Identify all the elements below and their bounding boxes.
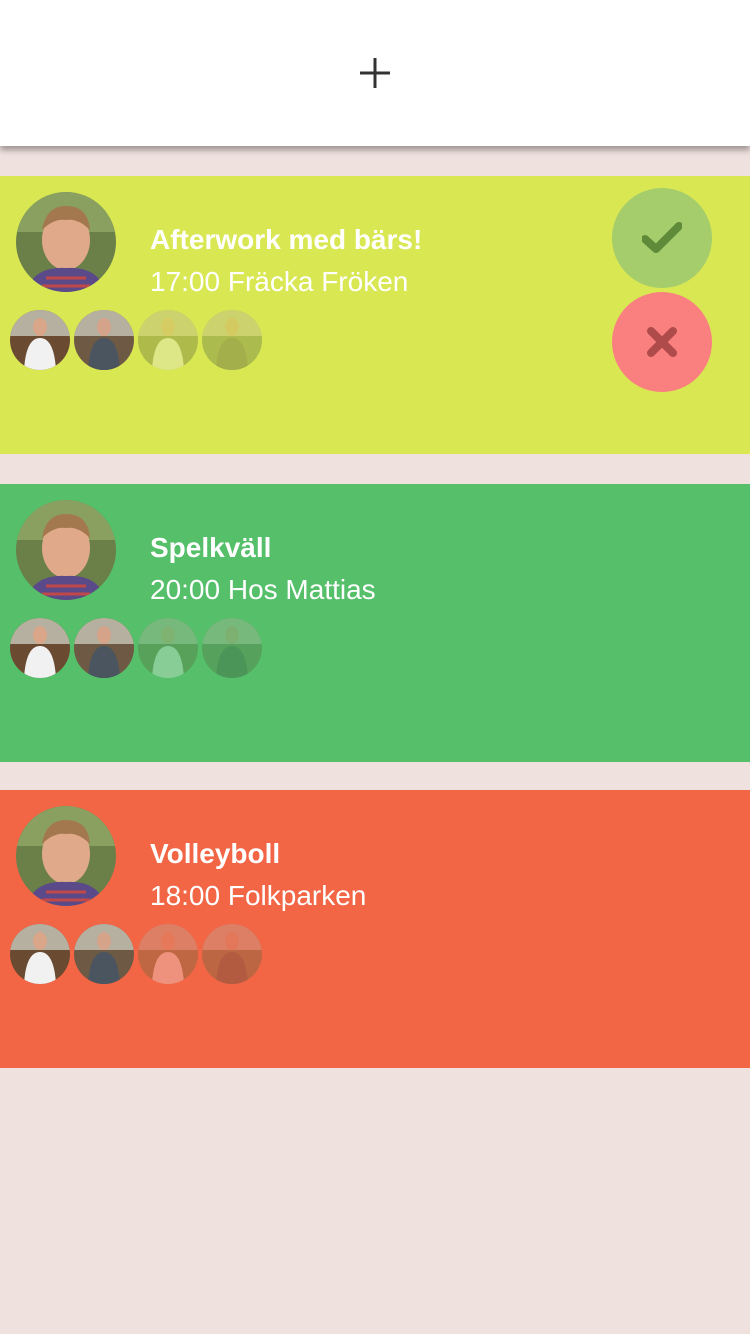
close-icon <box>647 327 677 357</box>
add-event-button[interactable] <box>345 43 405 103</box>
top-bar <box>0 0 750 146</box>
participant-avatar <box>202 924 262 984</box>
event-time-location: 20:00 Hos Mattias <box>150 574 376 605</box>
event-time-location: 18:00 Folkparken <box>150 880 367 911</box>
participant-avatar <box>138 310 198 370</box>
participant-avatar <box>202 618 262 678</box>
event-time-location: 17:00 Fräcka Fröken <box>150 266 409 297</box>
participant-avatar <box>74 924 134 984</box>
event-card[interactable]: Spelkväll 20:00 Hos Mattias <box>0 484 750 762</box>
participant-avatar <box>74 310 134 370</box>
event-title: Volleyboll <box>150 838 281 869</box>
participant-avatar <box>10 618 70 678</box>
plus-icon <box>360 58 390 88</box>
host-avatar <box>16 806 116 906</box>
event-card[interactable]: Afterwork med bärs! 17:00 Fräcka Fröken <box>0 176 750 454</box>
decline-button[interactable] <box>612 292 712 392</box>
accept-button[interactable] <box>612 188 712 288</box>
event-card[interactable]: Volleyboll 18:00 Folkparken <box>0 790 750 1068</box>
participant-avatar <box>138 618 198 678</box>
event-title: Spelkväll <box>150 532 272 563</box>
participant-avatar <box>138 924 198 984</box>
participant-avatar <box>10 310 70 370</box>
check-icon <box>642 222 682 253</box>
host-avatar <box>16 192 116 292</box>
host-avatar <box>16 500 116 600</box>
event-title: Afterwork med bärs! <box>150 224 423 255</box>
participant-avatar <box>74 618 134 678</box>
participant-avatar <box>202 310 262 370</box>
participant-avatar <box>10 924 70 984</box>
